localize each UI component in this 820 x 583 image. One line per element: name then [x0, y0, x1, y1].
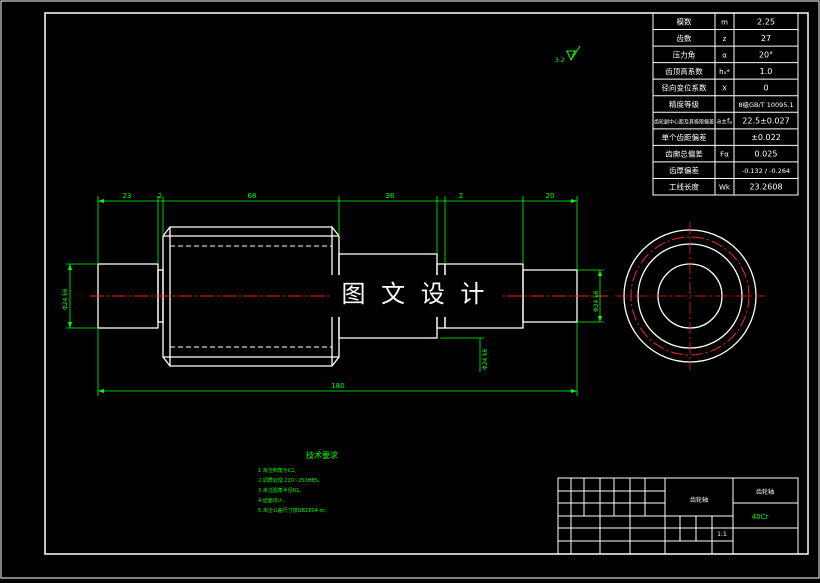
dim-dia-left: Φ24 k6 — [62, 288, 69, 310]
table-param-name: 单个齿距偏差 — [662, 132, 707, 142]
tech-req-item: 5.未注公差尺寸按GB1804-m。 — [258, 507, 329, 514]
roughness-symbol: 3.2 — [555, 45, 581, 64]
dim-23: 23 — [123, 192, 132, 200]
dim-dia-right: Φ24 k6 — [593, 290, 600, 312]
tech-req-item: 1.未注倒角为C1。 — [258, 467, 299, 474]
table-param-name: 工线长度 — [669, 182, 699, 192]
title-block-drawing-no: 齿轮轴 — [756, 488, 774, 496]
table-param-value: 0.025 — [755, 150, 778, 159]
table-param-name: 齿轮副中心距及其极限偏差 — [654, 119, 714, 126]
table-param-name: 齿顶高系数 — [665, 66, 703, 76]
tech-req-items: 1.未注倒角为C1。 2.调质处理 220~250HBS。 3.未注圆角半径R1。 4… — [258, 467, 329, 514]
table-param-name: 模数 — [677, 16, 692, 26]
table-param-value: 8级GB/T 10095.1 — [738, 100, 793, 109]
dim-180: 180 — [331, 382, 344, 390]
table-param-symbol: hₐ* — [719, 68, 730, 76]
gear-table-rows: 模数 m 2.25 齿数 z 27 压力角 α 20° 齿顶高系数 hₐ* 1.0 径向变位系数 X 0 精度… — [653, 16, 798, 192]
table-param-value: 2.25 — [757, 17, 775, 26]
dim-36: 36 — [386, 192, 395, 200]
title-block-texts: 齿轮轴 40Cr 齿轮轴 1:1 — [690, 488, 774, 538]
table-param-name: 齿厚偏差 — [669, 165, 699, 175]
table-param-value: 23.2608 — [749, 183, 782, 192]
table-param-name: 压力角 — [673, 49, 696, 59]
table-param-name: 精度等级 — [669, 99, 699, 109]
drawing-canvas: 模数 m 2.25 齿数 z 27 压力角 α 20° 齿顶高系数 hₐ* 1.0 径向变位系数 X 0 精度… — [0, 0, 820, 579]
table-param-symbol: Fα — [720, 151, 729, 159]
table-param-value: ±0.022 — [751, 133, 781, 142]
dim-dia-mid: Φ24 k6 — [482, 348, 489, 370]
table-param-symbol: a±fₐ — [717, 118, 733, 126]
shaft-side-view — [615, 222, 765, 370]
tech-req-item: 2.调质处理 220~250HBS。 — [258, 477, 323, 484]
table-param-symbol: Wk — [719, 184, 731, 192]
watermark-text: 图 文 设 计 — [342, 280, 489, 308]
dim-2-left: 2 — [158, 192, 162, 200]
tech-req-title: 技术要求 — [306, 450, 338, 460]
table-param-symbol: X — [722, 84, 727, 92]
table-param-name: 齿廓总偏差 — [665, 149, 703, 159]
table-param-value: 0 — [763, 83, 768, 92]
table-param-value: -0.132 / -0.264 — [742, 167, 790, 175]
dim-20: 20 — [546, 192, 555, 200]
roughness-value: 3.2 — [555, 57, 565, 64]
table-param-value: 22.5±0.027 — [742, 117, 789, 126]
table-param-name: 径向变位系数 — [662, 82, 707, 92]
table-param-name: 齿数 — [677, 33, 692, 43]
table-param-symbol: z — [723, 35, 727, 43]
title-block-material: 40Cr — [752, 513, 769, 521]
table-param-symbol: α — [722, 51, 727, 59]
table-param-symbol: m — [721, 18, 728, 26]
dim-68: 68 — [248, 192, 257, 200]
title-block-part-name: 齿轮轴 — [690, 496, 708, 504]
tech-req-item: 4.齿面淬火。 — [258, 497, 288, 504]
dim-2-right: 2 — [459, 192, 463, 200]
tech-req-item: 3.未注圆角半径R1。 — [258, 487, 304, 494]
table-param-value: 1.0 — [760, 67, 773, 76]
title-block-scale: 1:1 — [717, 531, 727, 538]
technical-requirements: 技术要求 1.未注倒角为C1。 2.调质处理 220~250HBS。 3.未注圆角半… — [258, 450, 338, 514]
table-param-value: 27 — [761, 34, 771, 43]
table-param-value: 20° — [759, 50, 773, 59]
